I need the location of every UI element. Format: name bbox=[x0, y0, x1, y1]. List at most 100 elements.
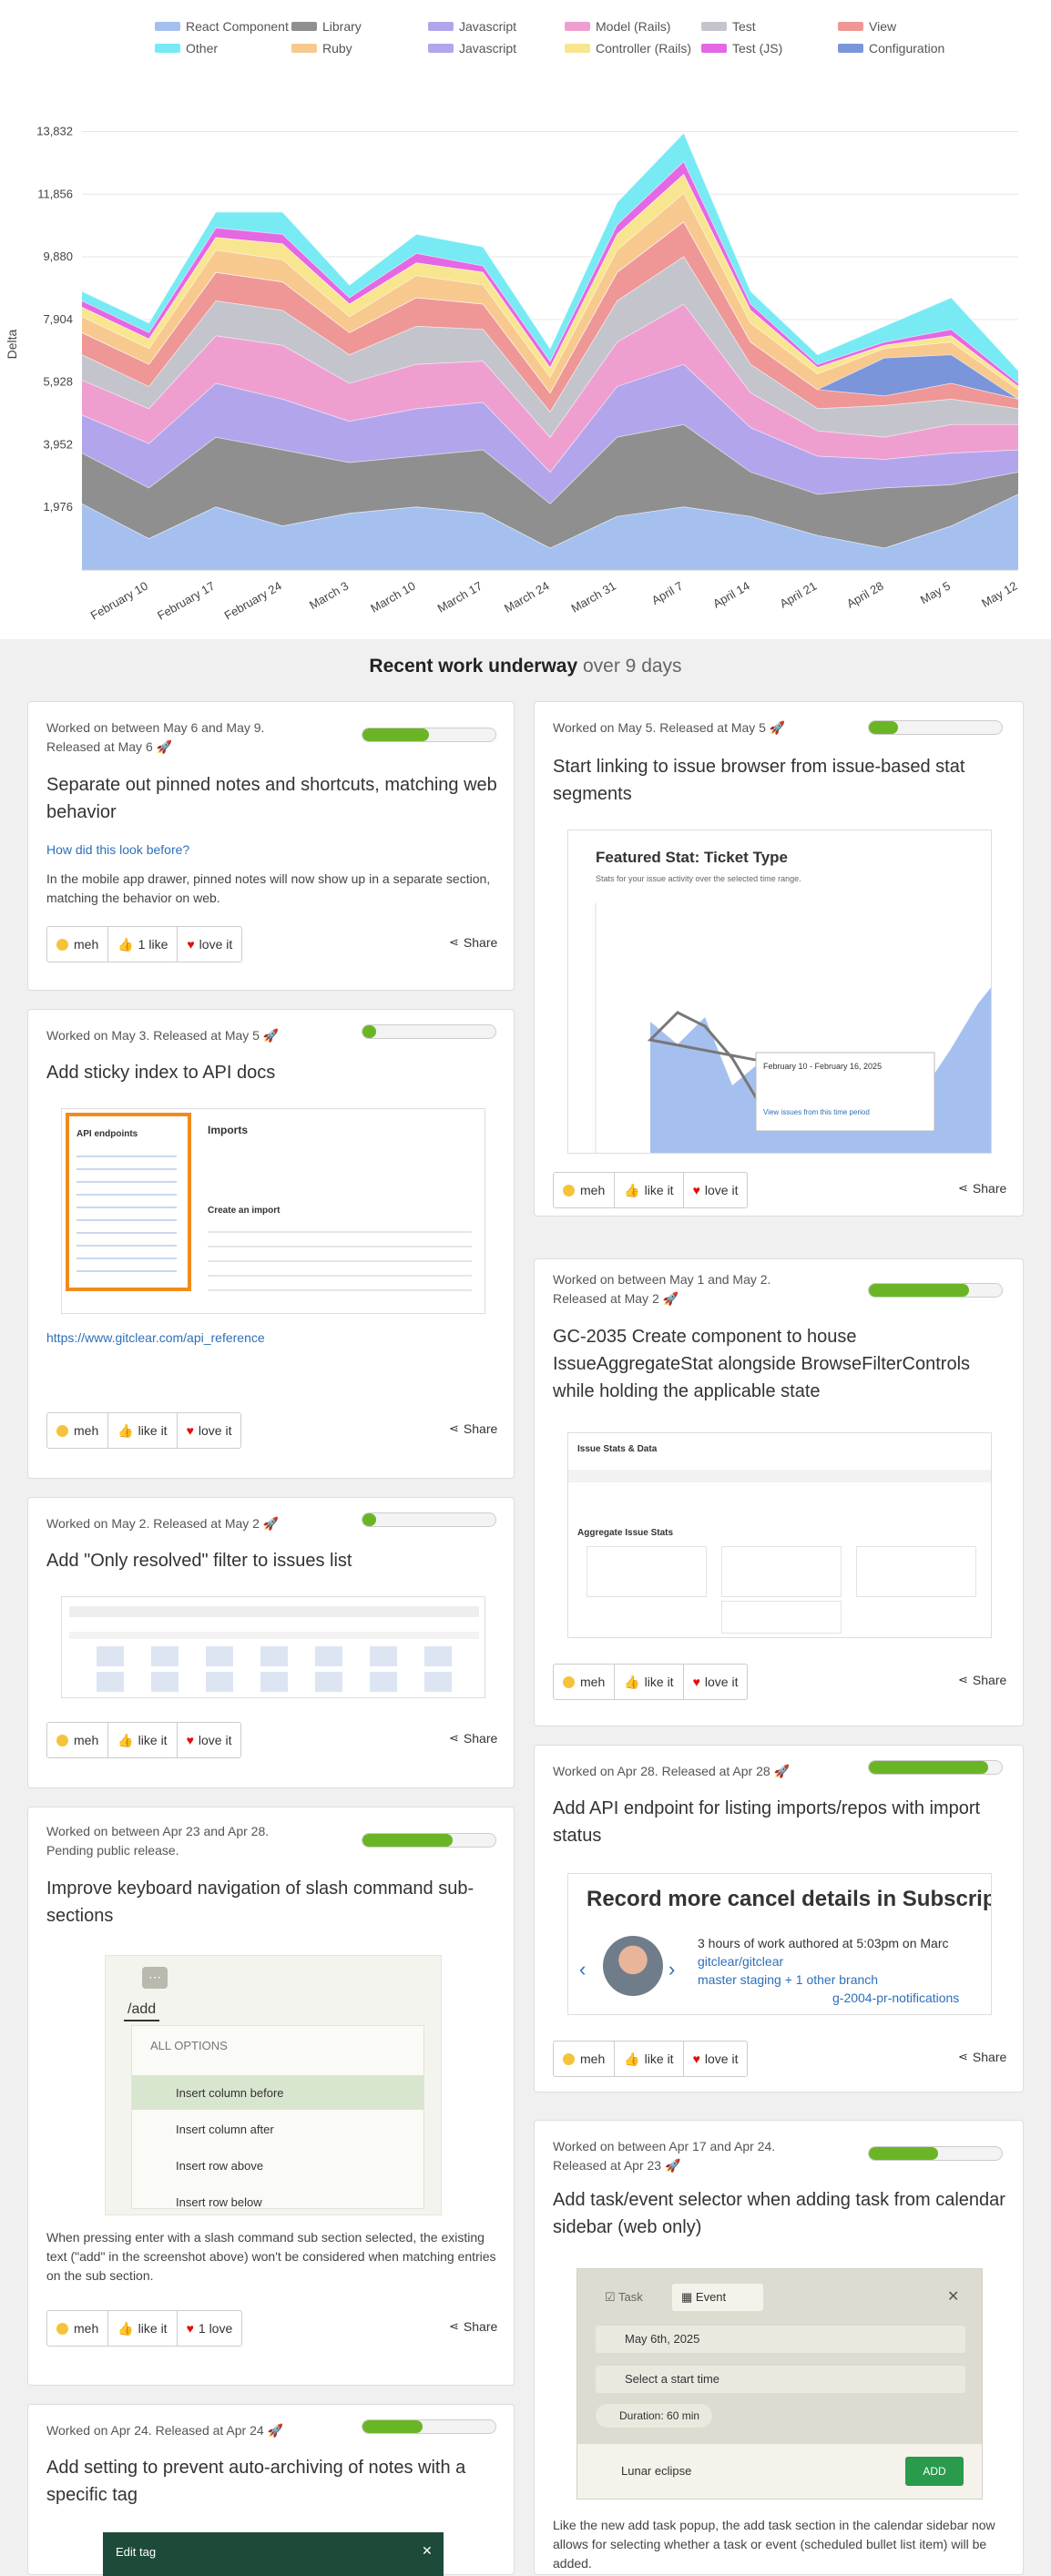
legend-item[interactable]: Javascript bbox=[428, 40, 565, 56]
x-tick-label: April 21 bbox=[778, 579, 820, 611]
meh-button[interactable]: meh bbox=[554, 1173, 616, 1207]
legend-item[interactable]: Other bbox=[155, 40, 291, 56]
task-name-input[interactable]: Lunar eclipse bbox=[621, 2464, 691, 2478]
legend-label: Controller (Rails) bbox=[596, 41, 692, 56]
love-button[interactable]: ♥ love it bbox=[684, 1665, 748, 1699]
legend-item[interactable]: React Component bbox=[155, 18, 291, 35]
like-button[interactable]: 👍 like it bbox=[108, 1723, 178, 1757]
menu-item[interactable]: Insert row above bbox=[176, 2159, 263, 2173]
legend-item[interactable]: View bbox=[838, 18, 974, 35]
legend-item[interactable]: Test bbox=[701, 18, 838, 35]
screenshot-api-docs: API endpoints Imports Create an import bbox=[61, 1108, 485, 1314]
legend-item[interactable]: Javascript bbox=[428, 18, 565, 35]
like-button[interactable]: 👍 like it bbox=[615, 2041, 684, 2076]
card-title: Add "Only resolved" filter to issues lis… bbox=[46, 1551, 352, 1571]
love-button[interactable]: ♥ love it bbox=[178, 927, 241, 962]
add-button[interactable]: ADD bbox=[905, 2457, 964, 2486]
card-meta: Worked on between Apr 17 and Apr 24. Rele… bbox=[553, 2139, 776, 2173]
legend-item[interactable]: Test (JS) bbox=[701, 40, 838, 56]
y-tick-label: 9,880 bbox=[43, 249, 73, 263]
x-tick-label: April 7 bbox=[649, 579, 685, 607]
section-title-rest: over 9 days bbox=[583, 656, 682, 677]
reaction-group: meh 👍 like it ♥ love it bbox=[46, 1722, 242, 1758]
date-field[interactable]: May 6th, 2025 bbox=[596, 2326, 965, 2353]
meh-button[interactable]: meh bbox=[47, 1723, 109, 1757]
progress-bar bbox=[362, 1024, 496, 1039]
card-meta: Worked on Apr 28. Released at Apr 28 🚀 bbox=[553, 1764, 790, 1778]
love-button[interactable]: ♥ love it bbox=[684, 1173, 748, 1207]
menu-item[interactable]: Insert column before bbox=[176, 2086, 284, 2100]
progress-bar bbox=[362, 1833, 496, 1848]
like-button[interactable]: 👍 like it bbox=[108, 2311, 178, 2346]
progress-fill bbox=[362, 728, 429, 741]
progress-fill bbox=[869, 1284, 969, 1297]
api-reference-link[interactable]: https://www.gitclear.com/api_reference bbox=[46, 1330, 265, 1345]
love-button[interactable]: ♥ love it bbox=[684, 2041, 748, 2076]
like-button[interactable]: 👍 like it bbox=[108, 1413, 178, 1448]
share-button[interactable]: ⋖ Share bbox=[449, 1421, 497, 1436]
meh-button[interactable]: meh bbox=[554, 1665, 616, 1699]
love-button[interactable]: ♥ love it bbox=[178, 1723, 241, 1757]
legend-item[interactable]: Library bbox=[291, 18, 428, 35]
screenshot-slash-command: ⋯ /add ALL OPTIONS Insert column before … bbox=[105, 1955, 442, 2215]
heart-icon: ♥ bbox=[692, 2052, 700, 2066]
tab-event[interactable]: ▦ Event bbox=[672, 2284, 763, 2311]
close-icon[interactable]: ✕ bbox=[422, 2543, 433, 2559]
share-button[interactable]: ⋖ Share bbox=[449, 935, 497, 950]
meh-icon bbox=[563, 1184, 575, 1196]
share-button[interactable]: ⋖ Share bbox=[449, 2319, 497, 2334]
like-button[interactable]: 👍 1 like bbox=[108, 927, 179, 962]
menu-header[interactable]: ALL OPTIONS bbox=[150, 2039, 228, 2052]
like-button[interactable]: 👍 like it bbox=[615, 1665, 684, 1699]
x-tick-label: March 3 bbox=[307, 579, 351, 612]
meh-button[interactable]: meh bbox=[47, 1413, 109, 1448]
card-title: Add API endpoint for listing imports/rep… bbox=[553, 1798, 981, 1846]
legend-item[interactable]: Configuration bbox=[838, 40, 974, 56]
share-icon: ⋖ bbox=[958, 1673, 968, 1686]
share-button[interactable]: ⋖ Share bbox=[449, 1731, 497, 1746]
duration-chip[interactable]: Duration: 60 min bbox=[596, 2404, 713, 2428]
slash-input[interactable]: /add bbox=[124, 2000, 160, 2021]
meh-button[interactable]: meh bbox=[554, 2041, 616, 2076]
like-button[interactable]: 👍 like it bbox=[615, 1173, 684, 1207]
heart-icon: ♥ bbox=[186, 1423, 194, 1438]
thumbs-up-icon: 👍 bbox=[624, 2051, 640, 2066]
love-button[interactable]: ♥ love it bbox=[178, 1413, 241, 1448]
share-icon: ⋖ bbox=[449, 2319, 459, 2333]
shot-bottom-bar: Lunar eclipse ADD bbox=[577, 2444, 982, 2499]
progress-fill bbox=[362, 1834, 454, 1847]
shot-title: Record more cancel details in Subscrip bbox=[587, 1887, 992, 1911]
menu-item[interactable]: Insert column after bbox=[176, 2123, 274, 2136]
card-title: Add task/event selector when adding task… bbox=[553, 2190, 1005, 2237]
chart-legend: React Component Library Javascript Model (R… bbox=[155, 18, 974, 56]
meh-button[interactable]: meh bbox=[47, 927, 109, 962]
work-card: Worked on Apr 28. Released at Apr 28 🚀 A… bbox=[534, 1745, 1024, 2092]
start-time-field[interactable]: Select a start time bbox=[596, 2366, 965, 2393]
share-button[interactable]: ⋖ Share bbox=[958, 2050, 1006, 2064]
close-icon[interactable]: ✕ bbox=[947, 2287, 959, 2306]
avatar bbox=[603, 1936, 663, 1996]
share-button[interactable]: ⋖ Share bbox=[958, 1673, 1006, 1687]
reaction-group: meh 👍 like it ♥ love it bbox=[46, 1412, 242, 1449]
love-button[interactable]: ♥ 1 love bbox=[178, 2311, 242, 2346]
legend-item[interactable]: Model (Rails) bbox=[565, 18, 701, 35]
legend-swatch bbox=[291, 44, 317, 53]
legend-item[interactable]: Controller (Rails) bbox=[565, 40, 701, 56]
meh-button[interactable]: meh bbox=[47, 2311, 109, 2346]
rocket-icon: 🚀 bbox=[267, 2423, 283, 2438]
menu-item[interactable]: Insert row below bbox=[176, 2195, 262, 2209]
before-link[interactable]: How did this look before? bbox=[46, 842, 189, 857]
rocket-icon: 🚀 bbox=[156, 739, 173, 754]
work-card: Worked on Apr 24. Released at Apr 24 🚀 A… bbox=[27, 2404, 515, 2576]
tab-task[interactable]: ☑ Task bbox=[596, 2284, 668, 2311]
legend-item[interactable]: Ruby bbox=[291, 40, 428, 56]
share-button[interactable]: ⋖ Share bbox=[958, 1181, 1006, 1196]
y-tick-label: 1,976 bbox=[43, 500, 73, 514]
thumbs-up-icon: 👍 bbox=[117, 936, 134, 952]
heart-icon: ♥ bbox=[187, 937, 195, 952]
card-meta: Worked on May 3. Released at May 5 🚀 bbox=[46, 1028, 280, 1043]
card-meta: Worked on May 2. Released at May 2 🚀 bbox=[46, 1516, 280, 1531]
shot-table-row bbox=[69, 1646, 479, 1666]
shot-table-row bbox=[69, 1672, 479, 1692]
heart-icon: ♥ bbox=[692, 1675, 700, 1689]
